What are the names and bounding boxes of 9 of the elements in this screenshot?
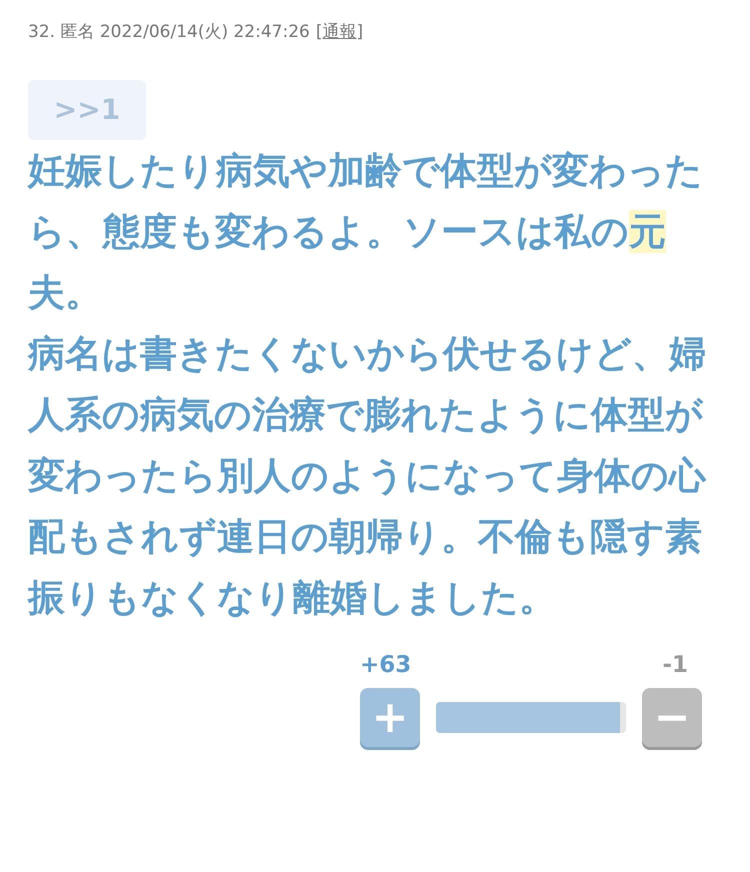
reply-anchor[interactable]: >>1 xyxy=(28,80,146,140)
minus-button[interactable]: − xyxy=(642,688,702,747)
minus-count: -1 xyxy=(662,651,689,680)
report-link[interactable]: [通報] xyxy=(316,18,364,46)
plus-count: +63 xyxy=(360,651,412,680)
plus-button[interactable]: + xyxy=(360,688,420,747)
post-meta: 32. 匿名 2022/06/14(火) 22:47:26 xyxy=(28,21,310,44)
comment-paragraph: 病名は書きたくないから伏せるけど、婦人系の病気の治療で膨れたように体型が変わったら別人のようになって身体の心配もされず連日の朝帰り。不倫も隠す素振りもなくなり離婚しました。 xyxy=(28,331,708,621)
comment-paragraph: 妊娠したり病気や加齢で体型が変わったら、態度も変わるよ。ソースは私の元 夫。 xyxy=(28,148,704,316)
